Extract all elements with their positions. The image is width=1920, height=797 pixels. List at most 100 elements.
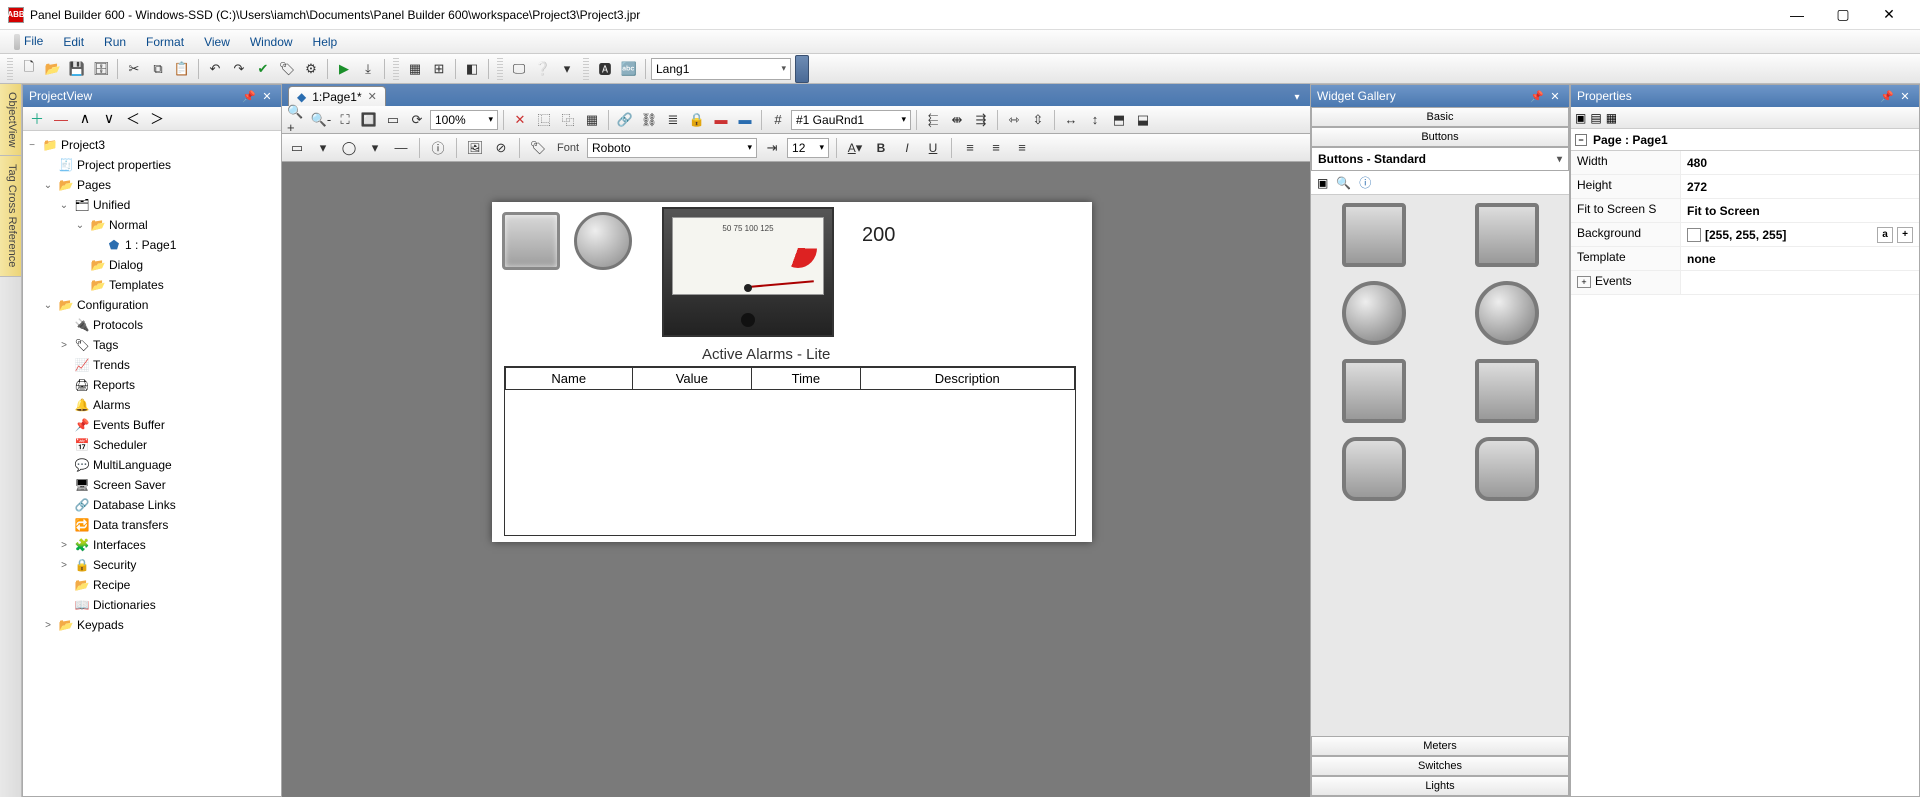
font-color-icon[interactable]: A▾ (844, 137, 866, 159)
down-icon[interactable]: ∨ (99, 109, 119, 129)
widget-numeric-value[interactable]: 200 (862, 224, 895, 247)
prop-row-width[interactable]: Width480 (1571, 151, 1919, 175)
widget-round-button[interactable] (574, 212, 632, 270)
toolbar-grip[interactable] (583, 58, 589, 80)
toolbar-grip[interactable] (497, 58, 503, 80)
pin-icon[interactable]: 📌 (241, 88, 257, 104)
tag-icon[interactable]: 🏷 (276, 58, 298, 80)
tree-item-templates[interactable]: 📂Templates (25, 275, 279, 295)
tree-toggle-icon[interactable]: ⌄ (41, 180, 55, 191)
panel-icon[interactable]: 🖵 (508, 58, 530, 80)
canvas-viewport[interactable]: 50 75 100 125 200 Active Alarms - Lite N… (282, 162, 1310, 797)
add-icon[interactable]: ＋ (27, 109, 47, 129)
layer-icon[interactable]: ≣ (662, 109, 684, 131)
zoom-out-icon[interactable]: 🔍- (310, 109, 332, 131)
tag2-icon[interactable]: 🏷 (527, 137, 549, 159)
distribute-h-icon[interactable]: ⇿ (1003, 109, 1025, 131)
up-icon[interactable]: ∧ (75, 109, 95, 129)
size-h-icon[interactable]: ↔ (1060, 109, 1082, 131)
tree-item-configuration[interactable]: ⌄📂Configuration (25, 295, 279, 315)
cut-icon[interactable]: ✂ (123, 58, 145, 80)
tree-toggle-icon[interactable]: > (57, 560, 71, 571)
pin-icon[interactable]: 📌 (1529, 88, 1545, 104)
tree-item-alarms[interactable]: 🔔Alarms (25, 395, 279, 415)
sidetab-objectview[interactable]: ObjectView (0, 84, 21, 156)
prop-row-fit-to-screen-s[interactable]: Fit to Screen SFit to Screen (1571, 199, 1919, 223)
page-canvas[interactable]: 50 75 100 125 200 Active Alarms - Lite N… (492, 202, 1092, 542)
menu-help[interactable]: Help (303, 32, 348, 52)
shape3-icon[interactable]: — (390, 137, 412, 159)
tree-toggle-icon[interactable]: ⌄ (73, 220, 87, 231)
bold-icon[interactable]: B (870, 137, 892, 159)
toolbar-grip[interactable] (393, 58, 399, 80)
gallery-tab-basic[interactable]: Basic (1311, 107, 1569, 127)
tab-overflow-icon[interactable]: ▾ (1288, 88, 1306, 106)
tree-toggle-icon[interactable]: > (57, 340, 71, 351)
delete-icon[interactable]: ✕ (509, 109, 531, 131)
sidetab-tag-cross-reference[interactable]: Tag Cross Reference (0, 156, 21, 276)
tree-item-events-buffer[interactable]: 📌Events Buffer (25, 415, 279, 435)
tree-toggle-icon[interactable]: ⌄ (41, 300, 55, 311)
ungroup-icon[interactable]: ⿻ (557, 109, 579, 131)
props-tb-icon-1[interactable]: ▣ (1575, 111, 1586, 125)
collapse-icon[interactable]: − (1575, 134, 1587, 146)
link-icon[interactable]: 🔗 (614, 109, 636, 131)
tree-item-scheduler[interactable]: 📅Scheduler (25, 435, 279, 455)
align-left-icon[interactable]: ⬱ (922, 109, 944, 131)
tree-item-interfaces[interactable]: >🧩Interfaces (25, 535, 279, 555)
redo-icon[interactable]: ↷ (228, 58, 250, 80)
gallery-info-icon[interactable]: ⓘ (1359, 174, 1371, 191)
tree-item-dialog[interactable]: 📂Dialog (25, 255, 279, 275)
text-left-icon[interactable]: ≡ (959, 137, 981, 159)
document-tab-page1[interactable]: ◆ 1:Page1* ✕ (288, 86, 386, 106)
gallery-search-icon[interactable]: 🔍 (1336, 176, 1351, 190)
tree-item-trends[interactable]: 📈Trends (25, 355, 279, 375)
zoom-page-icon[interactable]: ▭ (382, 109, 404, 131)
grid-icon[interactable]: ▦ (404, 58, 426, 80)
alarm-col-name[interactable]: Name (506, 368, 633, 390)
download-icon[interactable]: ⤓ (357, 58, 379, 80)
gallery-item-rounded-button-1[interactable] (1342, 437, 1406, 501)
text-right-icon[interactable]: ≡ (1011, 137, 1033, 159)
help-icon[interactable]: ❔ (532, 58, 554, 80)
style2-icon[interactable]: ▬ (734, 109, 756, 131)
gallery-item-square-button-2[interactable] (1475, 203, 1539, 267)
widget-selector-combo[interactable]: #1 GauRnd1▾ (791, 110, 911, 130)
menu-file[interactable]: File (4, 31, 53, 53)
alarm-col-description[interactable]: Description (860, 368, 1074, 390)
num-icon[interactable]: # (767, 109, 789, 131)
gallery-item-round-button-2[interactable] (1475, 281, 1539, 345)
widget-alarm-table[interactable]: NameValueTimeDescription (504, 366, 1076, 536)
no-icon[interactable]: ⊘ (490, 137, 512, 159)
prop-row-template[interactable]: Templatenone (1571, 247, 1919, 271)
menu-edit[interactable]: Edit (53, 32, 94, 52)
toolbar-grip[interactable] (7, 58, 13, 80)
gear-icon[interactable]: ⚙ (300, 58, 322, 80)
remove-icon[interactable]: — (51, 109, 71, 129)
underline-icon[interactable]: U (922, 137, 944, 159)
undo-icon[interactable]: ↶ (204, 58, 226, 80)
shape2b-icon[interactable]: ▾ (364, 137, 386, 159)
dropdown-icon[interactable]: ▾ (556, 58, 578, 80)
gallery-tab-lights[interactable]: Lights (1311, 776, 1569, 796)
gallery-tab-buttons[interactable]: Buttons (1311, 127, 1569, 147)
close-icon[interactable]: ✕ (1547, 88, 1563, 104)
tree-item-screen-saver[interactable]: 🖥Screen Saver (25, 475, 279, 495)
gallery-view-icon[interactable]: ▣ (1317, 176, 1328, 190)
open-icon[interactable]: 📂 (42, 58, 64, 80)
tree-item-security[interactable]: >🔒Security (25, 555, 279, 575)
menu-view[interactable]: View (194, 32, 240, 52)
font-size-combo[interactable]: 12▾ (787, 138, 829, 158)
tree-item-database-links[interactable]: 🔗Database Links (25, 495, 279, 515)
image-icon[interactable]: 🖼 (464, 137, 486, 159)
align-center-icon[interactable]: ⇼ (946, 109, 968, 131)
arrange-front-icon[interactable]: ⬒ (1108, 109, 1130, 131)
close-button[interactable]: ✕ (1866, 0, 1912, 30)
zoom-in-icon[interactable]: 🔍+ (286, 109, 308, 131)
zoom-sel-icon[interactable]: 🔲 (358, 109, 380, 131)
grid-toggle-icon[interactable]: ▦ (581, 109, 603, 131)
prop-edit-a[interactable]: a (1877, 227, 1893, 243)
widget-gauge[interactable]: 50 75 100 125 (662, 207, 834, 337)
tree-item-normal[interactable]: ⌄📂Normal (25, 215, 279, 235)
snap-icon[interactable]: ⊞ (428, 58, 450, 80)
